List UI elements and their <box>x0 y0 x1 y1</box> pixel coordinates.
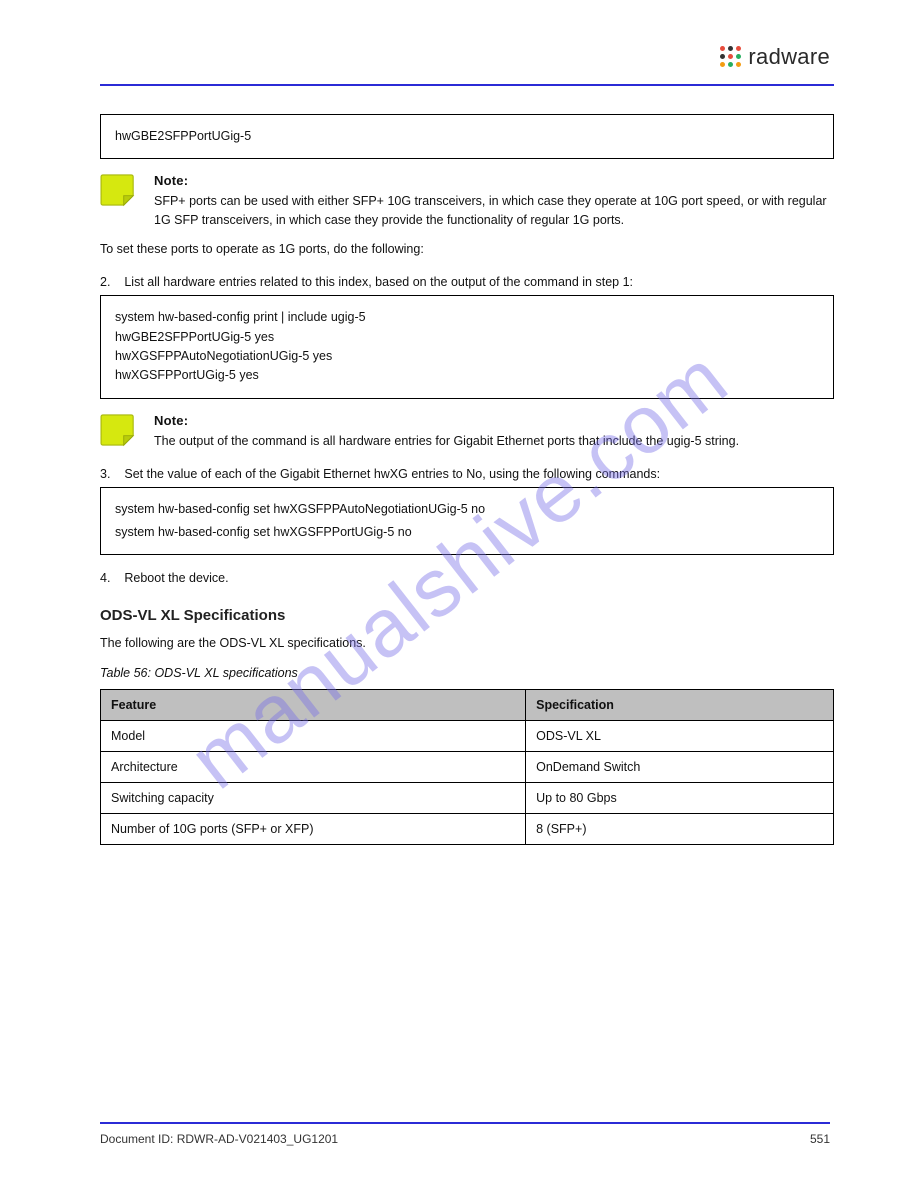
note-title: Note: <box>154 173 834 188</box>
table-row: Switching capacity Up to 80 Gbps <box>101 783 834 814</box>
step-text: Set the value of each of the Gigabit Eth… <box>124 467 660 481</box>
step-label: 3. <box>100 467 110 481</box>
code-line: system hw-based-config print | include u… <box>115 308 819 327</box>
cell-feature: Number of 10G ports (SFP+ or XFP) <box>101 814 526 845</box>
note-1: Note: SFP+ ports can be used with either… <box>100 173 834 230</box>
cell-feature: Model <box>101 721 526 752</box>
step-4: 4. Reboot the device. <box>100 571 834 585</box>
cell-spec: 8 (SFP+) <box>526 814 834 845</box>
cell-feature: Switching capacity <box>101 783 526 814</box>
code-block-3: system hw-based-config set hwXGSFPPAutoN… <box>100 487 834 556</box>
page-footer: Document ID: RDWR-AD-V021403_UG1201 551 <box>100 1122 830 1146</box>
sticky-note-icon <box>100 413 138 447</box>
th-feature: Feature <box>101 690 526 721</box>
sticky-note-icon <box>100 173 138 207</box>
paragraph: To set these ports to operate as 1G port… <box>100 240 834 259</box>
code-line: system hw-based-config set hwXGSFPPAutoN… <box>115 500 819 519</box>
brand-dots-icon <box>720 46 742 68</box>
section-title: ODS-VL XL Specifications <box>100 607 834 624</box>
code-line: hwXGSFPPortUGig-5 yes <box>115 366 819 385</box>
code-line: hwXGSFPPAutoNegotiationUGig-5 yes <box>115 347 819 366</box>
table-row: Architecture OnDemand Switch <box>101 752 834 783</box>
brand-name: radware <box>748 44 830 70</box>
step-text: Reboot the device. <box>124 571 228 585</box>
code-line: hwGBE2SFPPortUGig-5 <box>115 127 819 146</box>
page: radware manualshive.com hwGBE2SFPPortUGi… <box>0 0 918 1188</box>
brand-logo: radware <box>720 44 830 70</box>
code-block-1: hwGBE2SFPPortUGig-5 <box>100 114 834 159</box>
cell-spec: OnDemand Switch <box>526 752 834 783</box>
note-title: Note: <box>154 413 834 428</box>
cell-spec: Up to 80 Gbps <box>526 783 834 814</box>
code-line: hwGBE2SFPPortUGig-5 yes <box>115 328 819 347</box>
footer-page: 551 <box>810 1132 830 1146</box>
code-block-2: system hw-based-config print | include u… <box>100 295 834 399</box>
note-body: SFP+ ports can be used with either SFP+ … <box>154 192 834 230</box>
note-body: The output of the command is all hardwar… <box>154 432 834 451</box>
cell-spec: ODS-VL XL <box>526 721 834 752</box>
spec-table: Feature Specification Model ODS-VL XL Ar… <box>100 689 834 845</box>
cell-feature: Architecture <box>101 752 526 783</box>
code-line: system hw-based-config set hwXGSFPPortUG… <box>115 523 819 542</box>
step-label: 2. <box>100 275 110 289</box>
section-intro: The following are the ODS-VL XL specific… <box>100 634 834 653</box>
step-text: List all hardware entries related to thi… <box>124 275 633 289</box>
table-header-row: Feature Specification <box>101 690 834 721</box>
step-3: 3. Set the value of each of the Gigabit … <box>100 467 834 481</box>
table-row: Model ODS-VL XL <box>101 721 834 752</box>
table-caption: Table 56: ODS-VL XL specifications <box>100 664 834 683</box>
table-row: Number of 10G ports (SFP+ or XFP) 8 (SFP… <box>101 814 834 845</box>
th-spec: Specification <box>526 690 834 721</box>
footer-doc-id: Document ID: RDWR-AD-V021403_UG1201 <box>100 1132 338 1146</box>
note-2: Note: The output of the command is all h… <box>100 413 834 451</box>
step-2: 2. List all hardware entries related to … <box>100 275 834 289</box>
step-label: 4. <box>100 571 110 585</box>
